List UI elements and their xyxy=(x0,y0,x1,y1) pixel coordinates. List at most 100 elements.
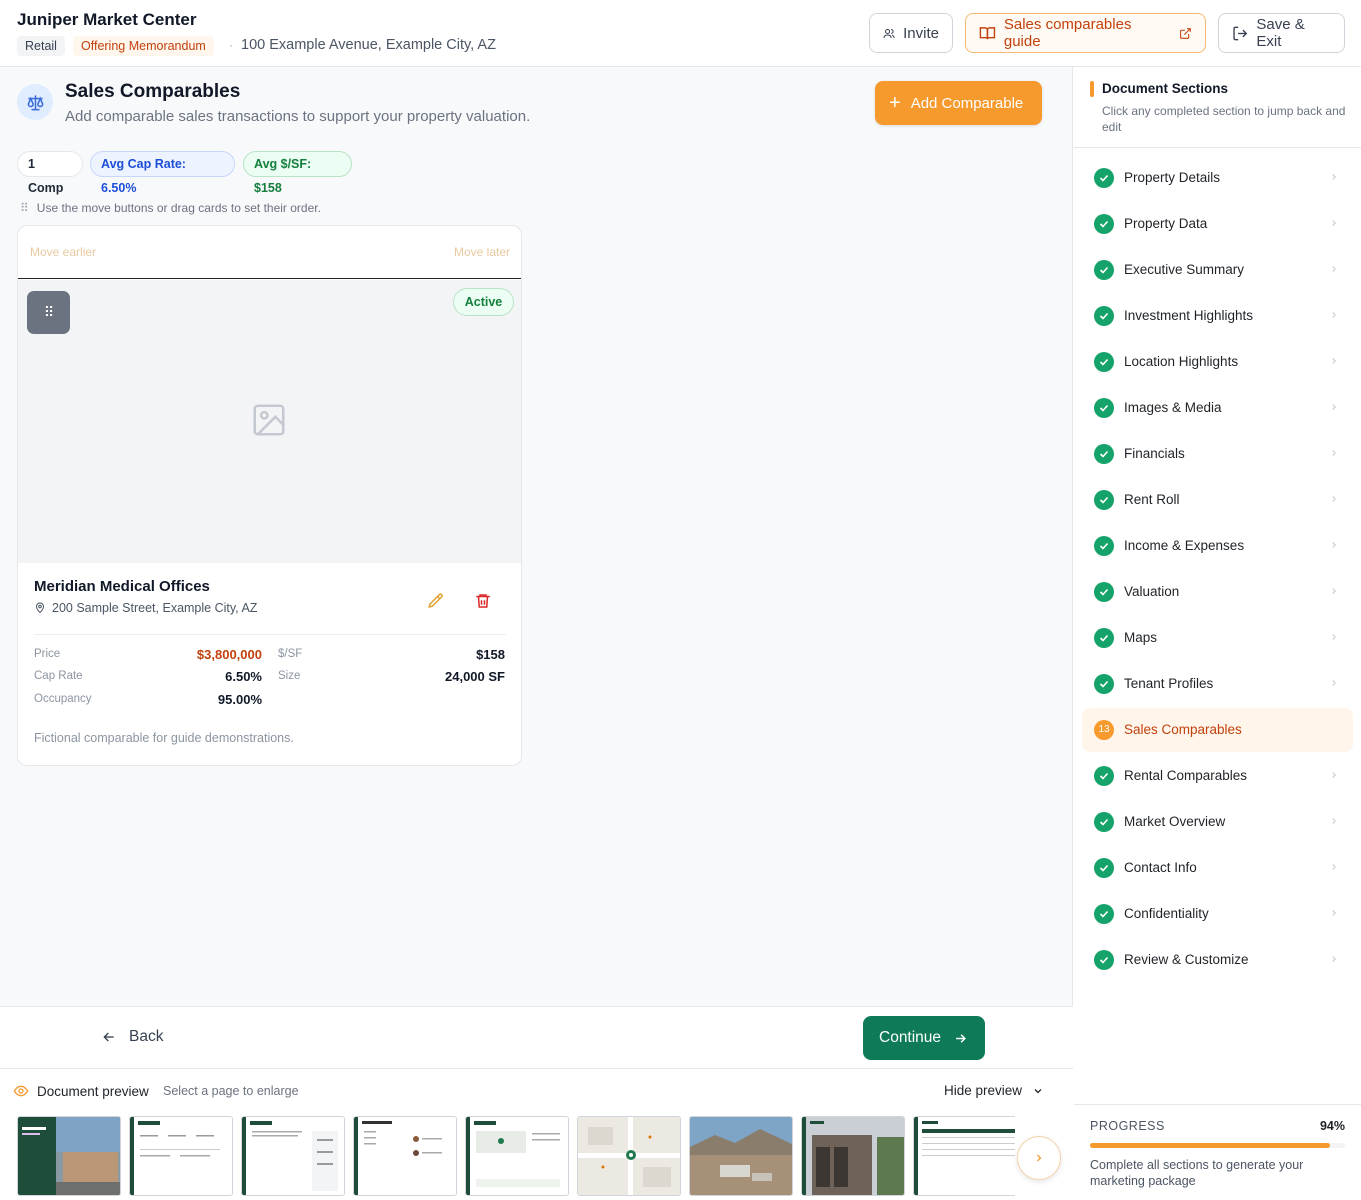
next-thumbnails-button[interactable] xyxy=(1017,1136,1061,1180)
avg-cap-rate-chip: Avg Cap Rate: 6.50% xyxy=(90,151,235,195)
preview-label: Document preview xyxy=(13,1083,149,1099)
chevron-right-icon xyxy=(1332,864,1336,870)
check-circle-icon xyxy=(1094,536,1114,556)
check-circle-icon xyxy=(1094,582,1114,602)
sidebar-item-maps[interactable]: Maps xyxy=(1082,616,1353,660)
check-circle-icon xyxy=(1094,168,1114,188)
sidebar-item-label: Confidentiality xyxy=(1124,906,1209,921)
document-preview: Document preview Select a page to enlarg… xyxy=(0,1068,1073,1200)
sidebar-item-review-and-customize[interactable]: Review & Customize xyxy=(1082,938,1353,982)
cap-rate-label: Cap Rate xyxy=(34,670,83,682)
comparable-address-text: 200 Sample Street, Example City, AZ xyxy=(52,601,258,615)
sidebar-item-executive-summary[interactable]: Executive Summary xyxy=(1082,248,1353,292)
sidebar-item-label: Tenant Profiles xyxy=(1124,676,1214,691)
top-header: Juniper Market Center Retail Offering Me… xyxy=(0,0,1361,67)
drag-handle[interactable]: ⠿ xyxy=(27,291,70,334)
sidebar-item-label: Sales Comparables xyxy=(1124,722,1242,737)
sidebar-item-images-and-media[interactable]: Images & Media xyxy=(1082,386,1353,430)
card-divider xyxy=(34,634,506,635)
check-circle-icon xyxy=(1094,444,1114,464)
arrow-left-icon xyxy=(103,1032,114,1042)
progress-bar-fill xyxy=(1090,1143,1330,1148)
sidebar-item-market-overview[interactable]: Market Overview xyxy=(1082,800,1353,844)
comparable-note: Fictional comparable for guide demonstra… xyxy=(34,731,294,745)
page-thumbnail-tenant-profiles[interactable] xyxy=(353,1116,457,1196)
comp-count-chip: 1 Comp xyxy=(17,151,83,195)
sidebar-item-valuation[interactable]: Valuation xyxy=(1082,570,1353,614)
chevron-right-icon xyxy=(1332,588,1336,594)
sidebar-item-investment-highlights[interactable]: Investment Highlights xyxy=(1082,294,1353,338)
back-label: Back xyxy=(129,1028,164,1045)
chevron-right-icon xyxy=(1332,358,1336,364)
progress-percent: 94% xyxy=(1319,1119,1345,1133)
sidebar-item-property-data[interactable]: Property Data xyxy=(1082,202,1353,246)
sidebar-item-confidentiality[interactable]: Confidentiality xyxy=(1082,892,1353,936)
page-thumbnail-storefront-photo[interactable] xyxy=(801,1116,905,1196)
page-thumbnail-property-details[interactable] xyxy=(129,1116,233,1196)
chevron-down-icon xyxy=(1034,1088,1042,1093)
eye-icon xyxy=(13,1085,29,1097)
check-circle-icon xyxy=(1094,766,1114,786)
move-later-button[interactable]: Move later xyxy=(454,245,510,259)
chevron-right-icon xyxy=(1332,818,1336,824)
sidebar-item-location-highlights[interactable]: Location Highlights xyxy=(1082,340,1353,384)
move-earlier-button[interactable]: Move earlier xyxy=(30,245,96,259)
sidebar-item-rental-comparables[interactable]: Rental Comparables xyxy=(1082,754,1353,798)
guide-label: Sales comparables guide xyxy=(1003,16,1132,50)
continue-button[interactable]: Continue xyxy=(863,1016,985,1060)
check-circle-icon xyxy=(1094,352,1114,372)
check-circle-icon xyxy=(1094,214,1114,234)
hide-preview-button[interactable]: Hide preview xyxy=(944,1083,1044,1098)
chevron-right-icon xyxy=(1037,1154,1042,1162)
hide-preview-label: Hide preview xyxy=(944,1083,1023,1098)
page-thumbnail-map[interactable] xyxy=(577,1116,681,1196)
chevron-right-icon xyxy=(1332,542,1336,548)
pencil-icon[interactable] xyxy=(427,592,445,610)
comparable-image-placeholder: ⠿ Active xyxy=(18,280,521,563)
progress-bar xyxy=(1090,1143,1345,1148)
sidebar-item-contact-info[interactable]: Contact Info xyxy=(1082,846,1353,890)
page-thumbnail-rent-roll[interactable] xyxy=(913,1116,1015,1196)
image-icon xyxy=(253,404,285,436)
sidebar-title: Document Sections xyxy=(1102,81,1229,96)
sidebar-item-label: Property Data xyxy=(1124,216,1208,231)
page-thumbnail-aerial-photo[interactable] xyxy=(689,1116,793,1196)
sidebar-item-rent-roll[interactable]: Rent Roll xyxy=(1082,478,1353,522)
separator-dot: · xyxy=(229,38,233,52)
sidebar-item-sales-comparables[interactable]: 13 Sales Comparables xyxy=(1082,708,1353,752)
progress-label: PROGRESS xyxy=(1090,1119,1165,1133)
status-badge: Active xyxy=(453,288,514,316)
page-thumbnail-executive-summary[interactable] xyxy=(241,1116,345,1196)
sidebar-item-property-details[interactable]: Property Details xyxy=(1082,156,1353,200)
check-circle-icon xyxy=(1094,260,1114,280)
sales-comparables-guide-button[interactable]: Sales comparables guide xyxy=(965,13,1206,53)
comparable-name: Meridian Medical Offices xyxy=(34,578,210,595)
continue-label: Continue xyxy=(879,1029,942,1046)
add-comparable-button[interactable]: + Add Comparable xyxy=(875,81,1042,125)
invite-label: Invite xyxy=(903,24,939,42)
page-thumbnail-cover[interactable] xyxy=(17,1116,121,1196)
sidebar-item-tenant-profiles[interactable]: Tenant Profiles xyxy=(1082,662,1353,706)
chevron-right-icon xyxy=(1332,266,1336,272)
map-pin-icon xyxy=(35,602,45,614)
check-circle-icon xyxy=(1094,306,1114,326)
ordering-hint-text: Use the move buttons or drag cards to se… xyxy=(36,201,321,215)
sidebar-item-financials[interactable]: Financials xyxy=(1082,432,1353,476)
avg-price-sf-chip: Avg $/SF: $158 xyxy=(243,151,352,195)
invite-button[interactable]: Invite xyxy=(869,13,953,53)
page-thumbnail-location-highlights[interactable] xyxy=(465,1116,569,1196)
trash-icon[interactable] xyxy=(474,592,492,610)
chevron-right-icon xyxy=(1332,956,1336,962)
comparable-card[interactable]: Move earlier Move later ⠿ Active Meridia… xyxy=(17,225,522,766)
arrow-right-icon xyxy=(956,1033,966,1043)
save-exit-button[interactable]: Save & Exit xyxy=(1218,13,1345,53)
back-button[interactable]: Back xyxy=(101,1028,163,1046)
sidebar-item-income-and-expenses[interactable]: Income & Expenses xyxy=(1082,524,1353,568)
property-address: 100 Example Avenue, Example City, AZ xyxy=(241,37,496,53)
check-circle-icon xyxy=(1094,628,1114,648)
progress-panel: PROGRESS 94% Complete all sections to ge… xyxy=(1074,1104,1361,1200)
chevron-right-icon xyxy=(1332,404,1336,410)
comparable-address: 200 Sample Street, Example City, AZ xyxy=(34,601,257,615)
check-circle-icon xyxy=(1094,490,1114,510)
price-per-sf-value: $158 xyxy=(476,647,505,662)
